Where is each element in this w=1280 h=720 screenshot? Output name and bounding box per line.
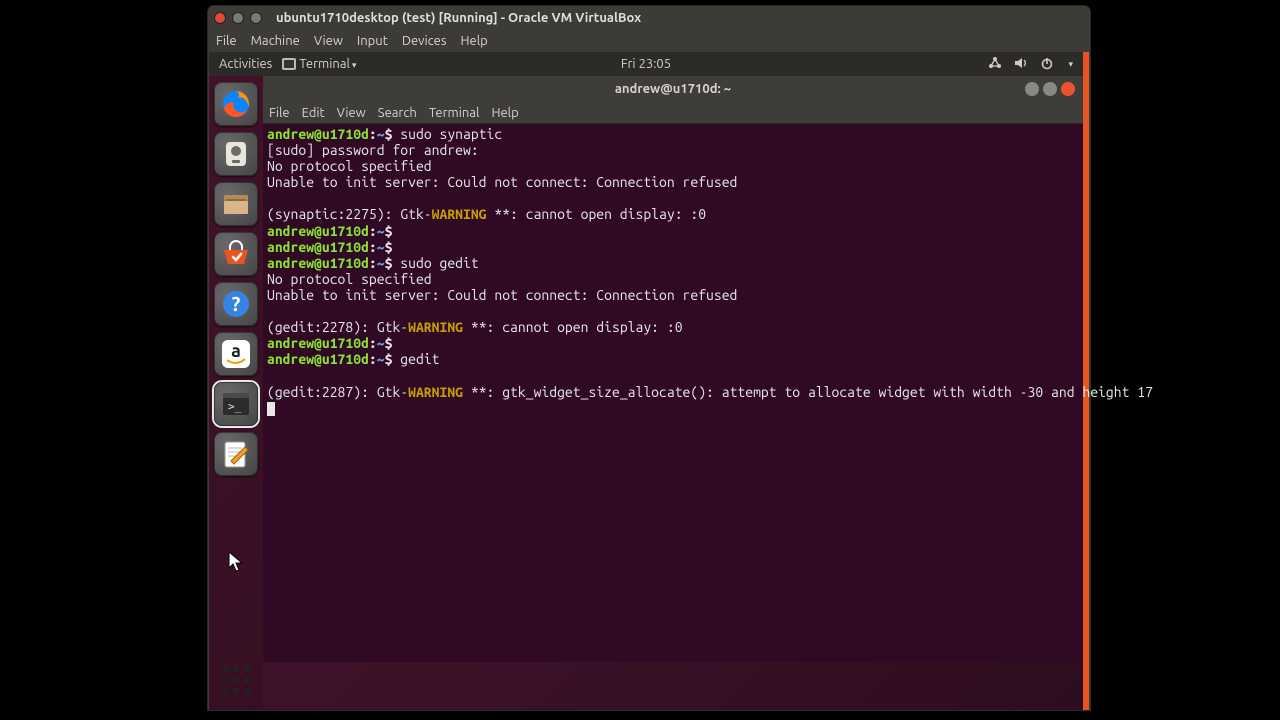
svg-text:a: a [231, 341, 241, 361]
host-menu-input[interactable]: Input [357, 34, 388, 48]
terminal-menu-terminal[interactable]: Terminal [429, 106, 480, 120]
terminal-line: andrew@u1710d:~$ gedit [267, 351, 1079, 367]
power-icon[interactable] [1040, 56, 1054, 73]
terminal-line: andrew@u1710d:~$ [267, 335, 1079, 351]
terminal-line: (gedit:2278): Gtk-WARNING **: cannot ope… [267, 319, 1079, 335]
mouse-cursor [228, 551, 246, 575]
terminal-menu-search[interactable]: Search [378, 106, 417, 120]
terminal-line: andrew@u1710d:~$ sudo gedit [267, 255, 1079, 271]
terminal-title: andrew@u1710d: ~ [263, 82, 1083, 96]
amazon-icon[interactable]: a [214, 332, 258, 376]
terminal-line: andrew@u1710d:~$ sudo synaptic [267, 126, 1079, 142]
terminal-menubar: File Edit View Search Terminal Help [263, 102, 1083, 124]
terminal-line: Unable to init server: Could not connect… [267, 174, 1079, 190]
terminal-menu-view[interactable]: View [337, 106, 366, 120]
host-menu-machine[interactable]: Machine [251, 34, 300, 48]
files-icon[interactable] [214, 182, 258, 226]
gnome-topbar: Activities Terminal▾ Fri 23:05 ▾ [209, 52, 1083, 76]
firefox-icon[interactable] [214, 82, 258, 126]
terminal-line: No protocol specified [267, 158, 1079, 174]
host-menu-view[interactable]: View [314, 34, 343, 48]
host-menubar: File Machine View Input Devices Help [208, 30, 1090, 52]
network-icon[interactable] [988, 56, 1002, 73]
terminal-line [267, 400, 1079, 416]
text-editor-icon[interactable] [214, 432, 258, 476]
terminal-line [267, 303, 1079, 319]
activities-button[interactable]: Activities [219, 57, 272, 71]
help-icon[interactable]: ? [214, 282, 258, 326]
minimize-icon[interactable] [232, 12, 244, 24]
terminal-output[interactable]: andrew@u1710d:~$ sudo synaptic[sudo] pas… [263, 124, 1083, 662]
terminal-menu-file[interactable]: File [269, 106, 290, 120]
svg-text:>_: >_ [228, 400, 242, 413]
terminal-line: (synaptic:2275): Gtk-WARNING **: cannot … [267, 206, 1079, 222]
terminal-line: [sudo] password for andrew: [267, 142, 1079, 158]
host-menu-help[interactable]: Help [461, 34, 488, 48]
terminal-line: No protocol specified [267, 271, 1079, 287]
svg-text:?: ? [232, 292, 241, 315]
terminal-window: andrew@u1710d: ~ File Edit View Search Termi… [263, 76, 1083, 662]
virtualbox-window: ubuntu1710desktop (test) [Running] - Ora… [208, 6, 1090, 710]
guest-screen: Activities Terminal▾ Fri 23:05 ▾ ? a >_ Te… [209, 52, 1089, 710]
terminal-titlebar[interactable]: andrew@u1710d: ~ [263, 76, 1083, 102]
chevron-down-icon[interactable]: ▾ [1068, 59, 1073, 70]
terminal-menu-help[interactable]: Help [491, 106, 518, 120]
terminal-line: (gedit:2287): Gtk-WARNING **: gtk_widget… [267, 384, 1079, 400]
terminal-line [267, 367, 1079, 383]
topbar-appmenu[interactable]: Terminal▾ [282, 57, 356, 71]
terminal-line: andrew@u1710d:~$ [267, 239, 1079, 255]
show-applications-icon[interactable] [218, 662, 254, 698]
maximize-icon[interactable] [250, 12, 262, 24]
close-icon[interactable] [214, 12, 226, 24]
host-window-title: ubuntu1710desktop (test) [Running] - Ora… [276, 11, 641, 25]
host-menu-devices[interactable]: Devices [402, 34, 447, 48]
terminal-icon[interactable]: >_ [214, 382, 258, 426]
terminal-line: Unable to init server: Could not connect… [267, 287, 1079, 303]
terminal-menu-edit[interactable]: Edit [302, 106, 325, 120]
dock: ? a >_ [209, 76, 263, 710]
backups-icon[interactable] [214, 132, 258, 176]
software-icon[interactable] [214, 232, 258, 276]
volume-icon[interactable] [1014, 56, 1028, 73]
host-menu-file[interactable]: File [216, 34, 237, 48]
terminal-line [267, 190, 1079, 206]
host-titlebar[interactable]: ubuntu1710desktop (test) [Running] - Ora… [208, 6, 1090, 30]
terminal-line: andrew@u1710d:~$ [267, 223, 1079, 239]
